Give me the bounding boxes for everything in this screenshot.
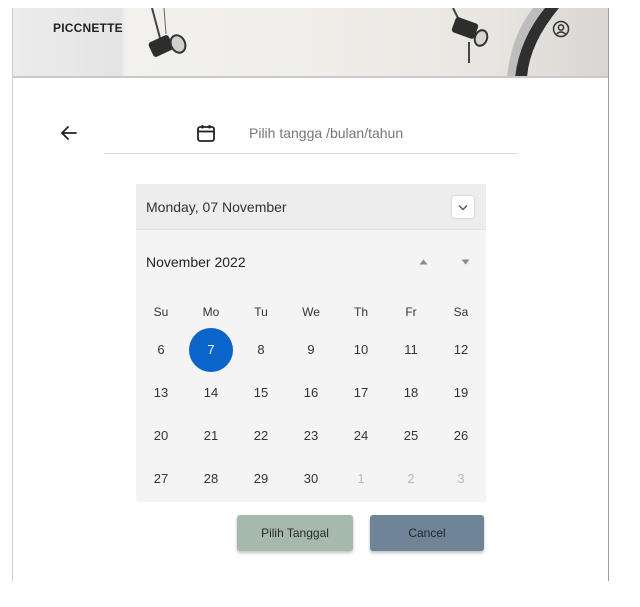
weekday-label: Fr: [405, 305, 417, 319]
date-input[interactable]: [249, 121, 499, 145]
calendar-day-number: 13: [153, 385, 169, 400]
calendar-day[interactable]: 22: [236, 414, 286, 457]
weekday-label: Mo: [202, 305, 220, 319]
calendar-day[interactable]: 17: [336, 371, 386, 414]
calendar-day[interactable]: 2: [386, 457, 436, 500]
calendar-day-number: 9: [307, 342, 315, 357]
user-icon[interactable]: [552, 20, 570, 38]
calendar-day[interactable]: 28: [186, 457, 236, 500]
studio-lamp-icon: [148, 8, 187, 57]
calendar-day-number: 2: [407, 471, 415, 486]
calendar-day-number: 12: [453, 342, 469, 357]
calendar-day[interactable]: 15: [236, 371, 286, 414]
calendar-day-number: 25: [403, 428, 419, 443]
calendar-day-number: 28: [203, 471, 219, 486]
brand-logo: PICCNETTE: [53, 21, 123, 35]
weekday-label: Tu: [254, 305, 268, 319]
calendar-day-number: 26: [453, 428, 469, 443]
previous-month-button[interactable]: [416, 256, 430, 268]
calendar-day[interactable]: 11: [386, 328, 436, 371]
calendar-day[interactable]: 26: [436, 414, 486, 457]
calendar-day-number: 23: [303, 428, 319, 443]
calendar-day[interactable]: 13: [136, 371, 186, 414]
calendar-day[interactable]: 10: [336, 328, 386, 371]
calendar-day[interactable]: 1: [336, 457, 386, 500]
picker-header: Monday, 07 November: [136, 184, 486, 230]
confirm-date-button[interactable]: Pilih Tanggal: [237, 515, 353, 551]
calendar-day[interactable]: 12: [436, 328, 486, 371]
calendar-day[interactable]: 3: [436, 457, 486, 500]
calendar-day[interactable]: 6: [136, 328, 186, 371]
calendar-day-number: 14: [203, 385, 219, 400]
calendar-day-number: 16: [303, 385, 319, 400]
next-month-button[interactable]: [458, 256, 472, 268]
calendar-grid: Su Mo Tu We Th Fr Sa 6 7 8 9 10 11 12 13 14 15 16 1…: [136, 296, 486, 500]
calendar-day-number: 17: [353, 385, 369, 400]
calendar-day-number: 19: [453, 385, 469, 400]
calendar-day-number: 29: [253, 471, 269, 486]
calendar-day-number: 18: [403, 385, 419, 400]
calendar-day[interactable]: 24: [336, 414, 386, 457]
calendar-day-selected[interactable]: 7: [186, 327, 236, 372]
triangle-up-icon: [419, 259, 427, 265]
calendar-day[interactable]: 23: [286, 414, 336, 457]
calendar-day-number: 22: [253, 428, 269, 443]
header-banner: PICCNETTE: [13, 8, 608, 78]
cancel-button[interactable]: Cancel: [370, 515, 484, 551]
date-picker: Monday, 07 November November 2022 Su Mo …: [136, 184, 486, 502]
calendar-day[interactable]: 20: [136, 414, 186, 457]
calendar-day-number: 20: [153, 428, 169, 443]
calendar-day[interactable]: 8: [236, 328, 286, 371]
month-year-label: November 2022: [146, 254, 246, 270]
calendar-day-number: 7: [189, 327, 233, 372]
weekday-label: Th: [353, 305, 368, 319]
calendar-day[interactable]: 21: [186, 414, 236, 457]
date-search-row: [104, 112, 518, 154]
calendar-day[interactable]: 9: [286, 328, 336, 371]
calendar-day-number: 3: [457, 471, 465, 486]
calendar-icon: [197, 125, 215, 142]
calendar-day-number: 8: [257, 342, 265, 357]
calendar-day-number: 27: [153, 471, 169, 486]
back-button[interactable]: [58, 122, 80, 144]
calendar-day[interactable]: 29: [236, 457, 286, 500]
calendar-day-number: 15: [253, 385, 269, 400]
calendar-day-number: 1: [357, 471, 365, 486]
back-arrow-icon: [61, 126, 77, 140]
chevron-down-icon: [458, 204, 468, 210]
calendar-week-row: 13 14 15 16 17 18 19: [136, 371, 486, 414]
calendar-day[interactable]: 27: [136, 457, 186, 500]
calendar-day[interactable]: 25: [386, 414, 436, 457]
weekday-label: Su: [153, 305, 169, 319]
calendar-week-row: 6 7 8 9 10 11 12: [136, 327, 486, 372]
selected-date-label: Monday, 07 November: [146, 199, 287, 215]
calendar-week-row: 27 28 29 30 1 2 3: [136, 457, 486, 500]
weekday-label: We: [302, 305, 320, 319]
calendar-day[interactable]: 30: [286, 457, 336, 500]
calendar-day[interactable]: 14: [186, 371, 236, 414]
calendar-weeks: 6 7 8 9 10 11 12 13 14 15 16 17 18 19 20 21 22 23 24 25 26 27…: [136, 327, 486, 500]
weekday-header-row: Su Mo Tu We Th Fr Sa: [136, 296, 486, 328]
studio-reflector-icon: [507, 8, 559, 76]
calendar-day[interactable]: 16: [286, 371, 336, 414]
calendar-day[interactable]: 19: [436, 371, 486, 414]
calendar-week-row: 20 21 22 23 24 25 26: [136, 414, 486, 457]
calendar-day-number: 11: [404, 342, 418, 357]
calendar-day-number: 30: [303, 471, 319, 486]
triangle-down-icon: [461, 259, 469, 265]
calendar-day-number: 10: [353, 342, 369, 357]
weekday-label: Sa: [453, 305, 469, 319]
calendar-day-number: 24: [353, 428, 369, 443]
calendar-day[interactable]: 18: [386, 371, 436, 414]
calendar-day-number: 6: [157, 342, 165, 357]
date-dropdown-button[interactable]: [452, 196, 474, 218]
calendar-day-number: 21: [203, 428, 219, 443]
